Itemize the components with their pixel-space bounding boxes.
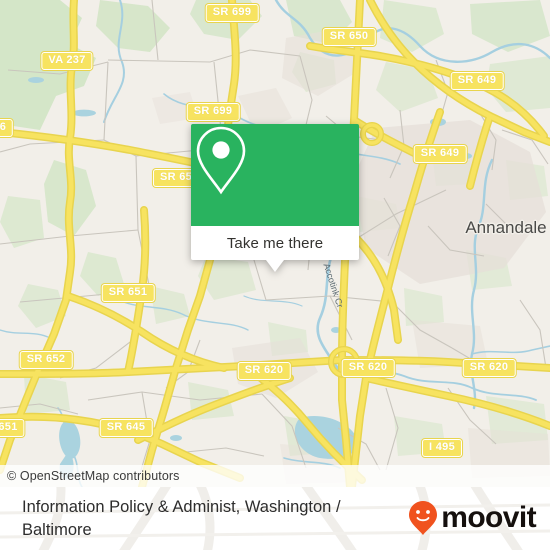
bottom-info-bar: Information Policy & Administ, Washingto… — [0, 487, 550, 550]
road-shield: SR 620 — [237, 362, 291, 380]
popup-tail — [266, 260, 284, 272]
station-popup-card[interactable]: Take me there — [191, 124, 359, 272]
road-shield: I 495 — [422, 439, 462, 457]
road-shield: SR 649 — [413, 145, 467, 163]
moovit-wordmark: moovit — [441, 501, 536, 534]
map-pin-icon — [196, 126, 246, 195]
road-shield: 651 — [0, 419, 25, 437]
moovit-logo[interactable]: moovit — [408, 500, 537, 536]
place-label: Annandale — [465, 218, 547, 237]
moovit-pin-icon — [409, 501, 438, 535]
road-shield: SR 699 — [205, 4, 259, 22]
road-shield: VA 237 — [41, 52, 93, 70]
attribution-text: © OpenStreetMap contributors — [7, 469, 180, 483]
road-shield: SR 620 — [462, 359, 516, 377]
take-me-there-label: Take me there — [226, 234, 324, 252]
popup-action[interactable]: Take me there — [191, 226, 359, 272]
road-shield: SR 650 — [322, 28, 376, 46]
map-attribution: © OpenStreetMap contributors — [0, 465, 550, 487]
road-shield: SR 699 — [186, 103, 240, 121]
road-shield: 6 — [0, 119, 14, 137]
map-canvas[interactable]: SR 699 SR 650 SR 649 SR 699 VA 237 SR 649 SR 6… — [0, 0, 550, 487]
popup-header — [191, 124, 359, 226]
road-shield: SR 620 — [341, 359, 395, 377]
road-shield: SR 645 — [99, 419, 153, 437]
road-shield: SR 649 — [450, 72, 504, 90]
road-shield: SR 652 — [19, 351, 73, 369]
moovit-station-map-card: SR 699 SR 650 SR 649 SR 699 VA 237 SR 649 SR 6… — [0, 0, 550, 550]
road-shield: SR 651 — [101, 284, 155, 302]
station-title: Information Policy & Administ, Washingto… — [22, 498, 341, 539]
